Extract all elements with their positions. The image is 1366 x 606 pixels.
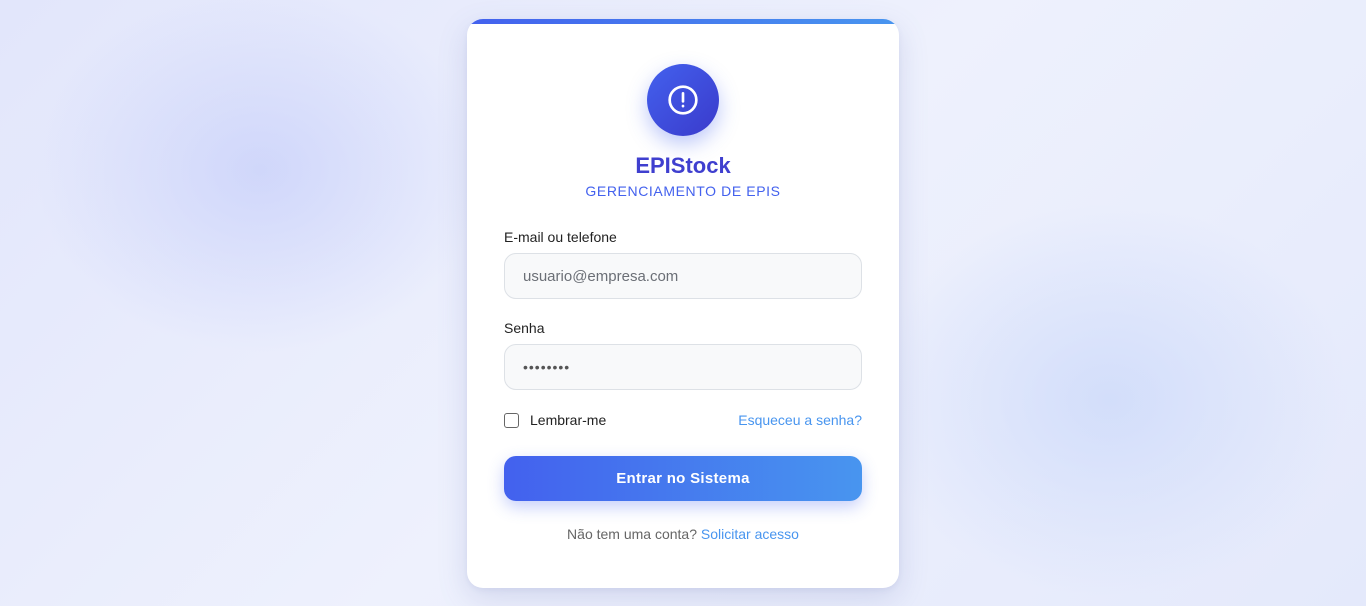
password-field[interactable] bbox=[504, 344, 862, 390]
remember-checkbox[interactable] bbox=[504, 412, 519, 428]
email-label: E-mail ou telefone bbox=[504, 229, 617, 245]
password-label: Senha bbox=[504, 320, 545, 336]
alert-circle-icon bbox=[668, 85, 698, 115]
remember-me[interactable]: Lembrar-me bbox=[504, 412, 606, 428]
card-accent-bar bbox=[467, 19, 899, 24]
email-field[interactable] bbox=[504, 253, 862, 299]
login-button[interactable]: Entrar no Sistema bbox=[504, 456, 862, 501]
brand-title: EPIStock bbox=[635, 153, 731, 178]
signup-prompt: Não tem uma conta? Solicitar acesso bbox=[467, 526, 899, 542]
app-logo bbox=[647, 64, 719, 136]
forgot-password-link[interactable]: Esqueceu a senha? bbox=[738, 412, 862, 428]
request-access-link[interactable]: Solicitar acesso bbox=[701, 526, 799, 542]
brand-subtitle: GERENCIAMENTO DE EPIS bbox=[585, 183, 781, 199]
remember-label: Lembrar-me bbox=[530, 412, 607, 428]
login-card: EPIStock GERENCIAMENTO DE EPIS E-mail ou… bbox=[467, 19, 899, 588]
signup-text: Não tem uma conta? bbox=[567, 526, 698, 542]
